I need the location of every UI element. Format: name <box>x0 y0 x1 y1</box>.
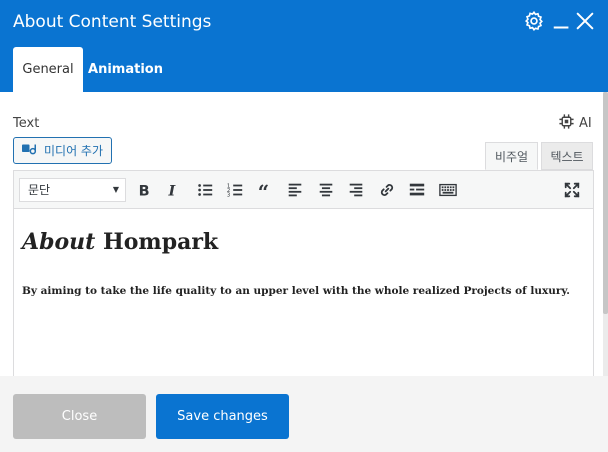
editor-content[interactable]: About Hompark By aiming to take the life… <box>22 229 582 297</box>
tab-animation[interactable]: Animation <box>83 47 168 92</box>
format-select[interactable]: 문단 ▼ <box>19 178 126 202</box>
media-icon <box>21 142 38 160</box>
bulleted-list-icon[interactable] <box>194 179 216 201</box>
align-center-icon[interactable] <box>315 179 337 201</box>
close-button[interactable]: Close <box>13 394 146 439</box>
save-changes-button[interactable]: Save changes <box>156 394 289 439</box>
content-paragraph: By aiming to take the life quality to an… <box>22 285 570 297</box>
gear-icon[interactable] <box>523 10 545 32</box>
format-select-value: 문단 <box>28 183 51 197</box>
text-field-label: Text <box>13 116 40 131</box>
tab-general[interactable]: General <box>13 47 83 92</box>
tab-text[interactable]: 텍스트 <box>541 142 593 170</box>
chevron-down-icon: ▼ <box>112 185 119 194</box>
ai-button[interactable]: AI <box>558 113 592 133</box>
dialog-footer: Close Save changes <box>0 376 608 452</box>
add-media-button[interactable]: 미디어 추가 <box>13 137 112 164</box>
dialog-title: About Content Settings <box>13 12 212 32</box>
link-icon[interactable] <box>376 179 398 201</box>
ai-label: AI <box>579 115 592 131</box>
bold-icon[interactable]: B <box>133 179 155 201</box>
rich-text-editor[interactable]: 문단 ▼ B I 1 2 3 “ About Hompark By aiming… <box>13 170 594 390</box>
numbered-list-icon[interactable]: 1 2 3 <box>224 179 246 201</box>
content-heading-rest: Hompark <box>95 229 219 255</box>
chip-icon <box>558 113 575 134</box>
add-media-label: 미디어 추가 <box>44 144 104 158</box>
blockquote-icon[interactable]: “ <box>254 179 276 201</box>
content-heading: About Hompark <box>22 229 582 255</box>
read-more-icon[interactable] <box>406 179 428 201</box>
svg-text:B: B <box>139 183 150 199</box>
fullscreen-icon[interactable] <box>561 179 583 201</box>
scrollbar[interactable] <box>603 92 608 378</box>
svg-text:“: “ <box>258 181 269 199</box>
scrollbar-thumb[interactable] <box>603 92 608 314</box>
tab-visual[interactable]: 비주얼 <box>485 142 538 170</box>
editor-toolbar: 문단 ▼ B I 1 2 3 “ <box>14 171 593 209</box>
minimize-icon[interactable] <box>551 10 573 32</box>
dialog-header: About Content Settings General Animation <box>0 0 608 92</box>
close-icon[interactable] <box>574 10 596 32</box>
align-right-icon[interactable] <box>345 179 367 201</box>
svg-text:I: I <box>168 182 177 199</box>
align-left-icon[interactable] <box>284 179 306 201</box>
content-heading-italic: About <box>22 229 96 255</box>
italic-icon[interactable]: I <box>162 179 184 201</box>
toolbar-toggle-icon[interactable] <box>437 179 459 201</box>
svg-text:3: 3 <box>227 192 230 198</box>
